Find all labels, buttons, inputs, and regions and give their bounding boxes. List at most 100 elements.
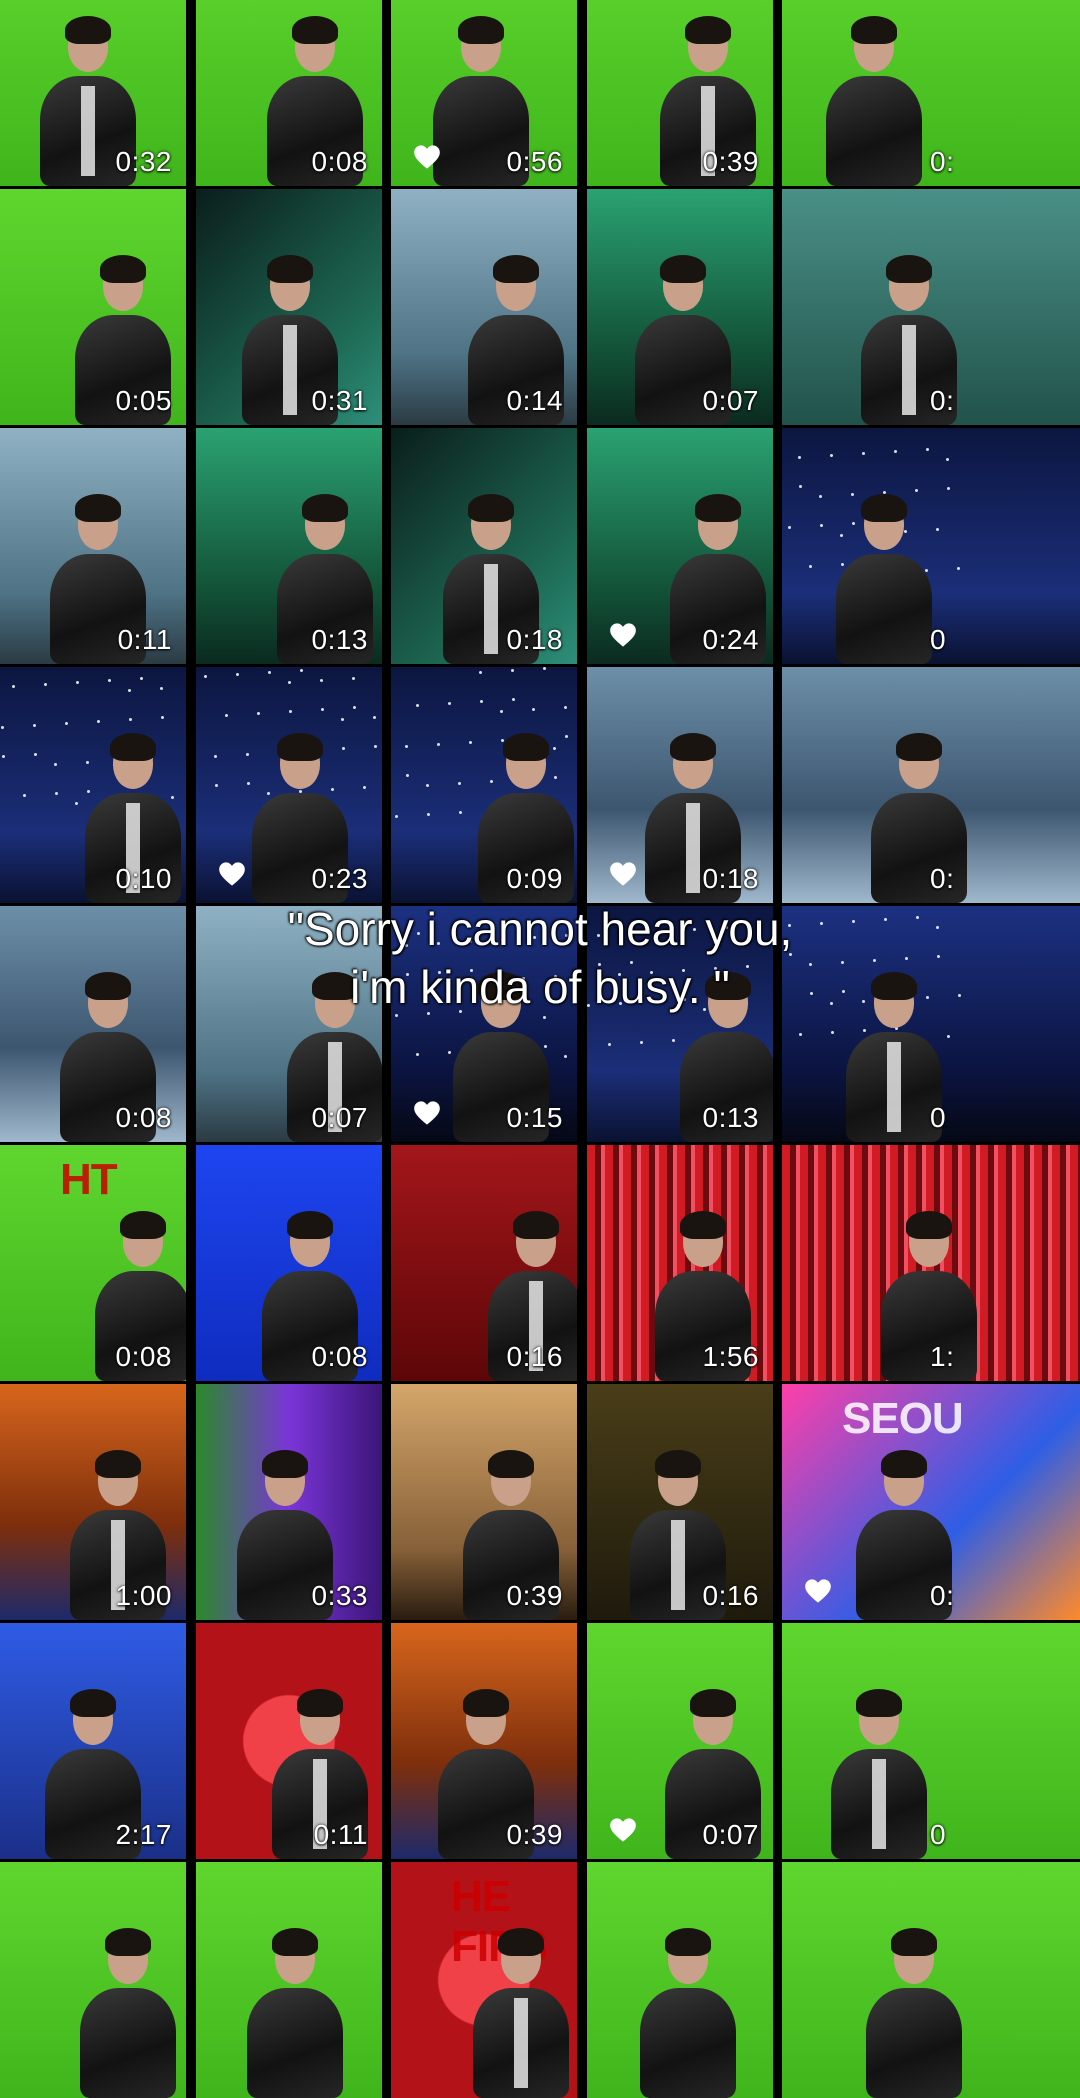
sparkle-decoration xyxy=(225,714,228,717)
video-duration: 0:11 xyxy=(117,624,172,655)
sparkle-decoration xyxy=(288,681,291,684)
sparkle-decoration xyxy=(564,706,567,709)
video-duration: 0:32 xyxy=(115,146,172,177)
caption-line-1: "Sorry i cannot hear you, xyxy=(287,903,793,955)
sparkle-decoration xyxy=(215,784,218,787)
sparkle-decoration xyxy=(788,526,791,529)
sparkle-decoration xyxy=(448,1051,451,1054)
sparkle-decoration xyxy=(543,1016,546,1019)
sparkle-decoration xyxy=(129,718,132,721)
video-duration: 1:56 xyxy=(702,1341,759,1372)
heart-icon xyxy=(609,1817,637,1843)
video-thumbnail[interactable] xyxy=(587,1862,773,2098)
video-duration: 0:33 xyxy=(311,1580,368,1611)
video-thumbnail[interactable] xyxy=(0,1862,186,2098)
video-thumbnail[interactable]: 0:08 xyxy=(196,1145,382,1381)
video-thumbnail[interactable] xyxy=(782,1862,1080,2098)
video-duration: 0:07 xyxy=(702,1819,759,1850)
video-thumbnail[interactable]: SEOU 0:56 xyxy=(391,0,577,186)
heart-icon xyxy=(609,622,637,648)
sparkle-decoration xyxy=(640,1041,643,1044)
video-thumbnail[interactable]: 0:23 xyxy=(196,667,382,903)
video-thumbnail[interactable]: SEOUL 0: xyxy=(782,0,1080,186)
video-duration: 0 xyxy=(930,1102,947,1133)
sparkle-decoration xyxy=(437,743,440,746)
video-thumbnail[interactable]: SEOU 0:32 xyxy=(0,0,186,186)
sparkle-decoration xyxy=(161,716,164,719)
sparkle-decoration xyxy=(23,794,26,797)
sparkle-decoration xyxy=(128,689,131,692)
sparkle-decoration xyxy=(926,448,929,451)
heart-icon xyxy=(609,861,637,887)
video-thumbnail[interactable]: 0 xyxy=(782,1623,1080,1859)
video-thumbnail[interactable]: 0:14 xyxy=(391,189,577,425)
sparkle-decoration xyxy=(363,786,366,789)
sparkle-decoration xyxy=(936,528,939,531)
sparkle-decoration xyxy=(373,716,376,719)
sparkle-decoration xyxy=(459,811,462,814)
sparkle-decoration xyxy=(564,1055,567,1058)
sparkle-decoration xyxy=(820,524,823,527)
video-thumbnail[interactable]: 0:05 xyxy=(0,189,186,425)
video-thumbnail[interactable]: EOU 0:39 xyxy=(587,0,773,186)
video-duration: 0:09 xyxy=(506,863,563,894)
video-thumbnail[interactable]: 1: xyxy=(782,1145,1080,1381)
video-thumbnail[interactable]: 0: xyxy=(782,667,1080,903)
video-thumbnail[interactable]: 0:33 xyxy=(196,1384,382,1620)
video-thumbnail[interactable]: HT 0:08 xyxy=(0,1145,186,1381)
heart-icon xyxy=(413,144,441,170)
background-lettering: SEOU xyxy=(60,0,182,10)
video-thumbnail[interactable]: 0:08 xyxy=(196,0,382,186)
video-thumbnail[interactable]: 2:17 xyxy=(0,1623,186,1859)
video-duration: 0:07 xyxy=(702,385,759,416)
video-thumbnail[interactable]: 0:31 xyxy=(196,189,382,425)
video-thumbnail[interactable]: 0: xyxy=(782,189,1080,425)
sparkle-decoration xyxy=(108,679,111,682)
sparkle-decoration xyxy=(160,687,163,690)
sparkle-decoration xyxy=(257,712,260,715)
video-thumbnail[interactable]: 0:13 xyxy=(196,428,382,664)
video-thumbnail[interactable]: 1:00 xyxy=(0,1384,186,1620)
video-thumbnail[interactable]: 0:16 xyxy=(391,1145,577,1381)
video-thumbnail[interactable]: 0:07 xyxy=(587,189,773,425)
video-thumbnail[interactable]: 0:16 xyxy=(587,1384,773,1620)
sparkle-decoration xyxy=(798,456,801,459)
video-duration: 0:11 xyxy=(313,1819,368,1850)
sparkle-decoration xyxy=(416,1053,419,1056)
sparkle-decoration xyxy=(289,710,292,713)
sparkle-decoration xyxy=(565,735,568,738)
sparkle-decoration xyxy=(553,747,556,750)
video-duration: 0:08 xyxy=(115,1102,172,1133)
sparkle-decoration xyxy=(448,702,451,705)
sparkle-decoration xyxy=(819,495,822,498)
video-duration: 0: xyxy=(930,863,955,894)
video-duration: 0:39 xyxy=(506,1580,563,1611)
sparkle-decoration xyxy=(171,796,174,799)
video-duration: 0:14 xyxy=(506,385,563,416)
video-thumbnail[interactable]: 0:39 xyxy=(391,1623,577,1859)
video-thumbnail[interactable]: 0:39 xyxy=(391,1384,577,1620)
sparkle-decoration xyxy=(841,563,844,566)
video-thumbnail[interactable]: 0 xyxy=(782,428,1080,664)
video-thumbnail[interactable]: 0:24 xyxy=(587,428,773,664)
video-duration: 0: xyxy=(930,385,955,416)
sparkle-decoration xyxy=(320,679,323,682)
video-thumbnail[interactable]: 0:18 xyxy=(391,428,577,664)
video-thumbnail[interactable]: HE FIRS xyxy=(391,1862,577,2098)
sparkle-decoration xyxy=(863,1029,866,1032)
video-thumbnail[interactable]: 0:07 xyxy=(587,1623,773,1859)
video-thumbnail[interactable]: 0:11 xyxy=(196,1623,382,1859)
sparkle-decoration xyxy=(416,704,419,707)
video-duration: 0:13 xyxy=(311,624,368,655)
video-thumbnail[interactable]: 0:18 xyxy=(587,667,773,903)
video-thumbnail[interactable]: 1:56 xyxy=(587,1145,773,1381)
sparkle-decoration xyxy=(427,813,430,816)
video-thumbnail[interactable]: SEOU 0: xyxy=(782,1384,1080,1620)
video-thumbnail[interactable] xyxy=(196,1862,382,2098)
video-thumbnail[interactable]: 0:10 xyxy=(0,667,186,903)
sparkle-decoration xyxy=(2,755,5,758)
sparkle-decoration xyxy=(543,667,546,670)
video-thumbnail[interactable]: 0:11 xyxy=(0,428,186,664)
sparkle-decoration xyxy=(65,722,68,725)
video-thumbnail[interactable]: 0:09 xyxy=(391,667,577,903)
